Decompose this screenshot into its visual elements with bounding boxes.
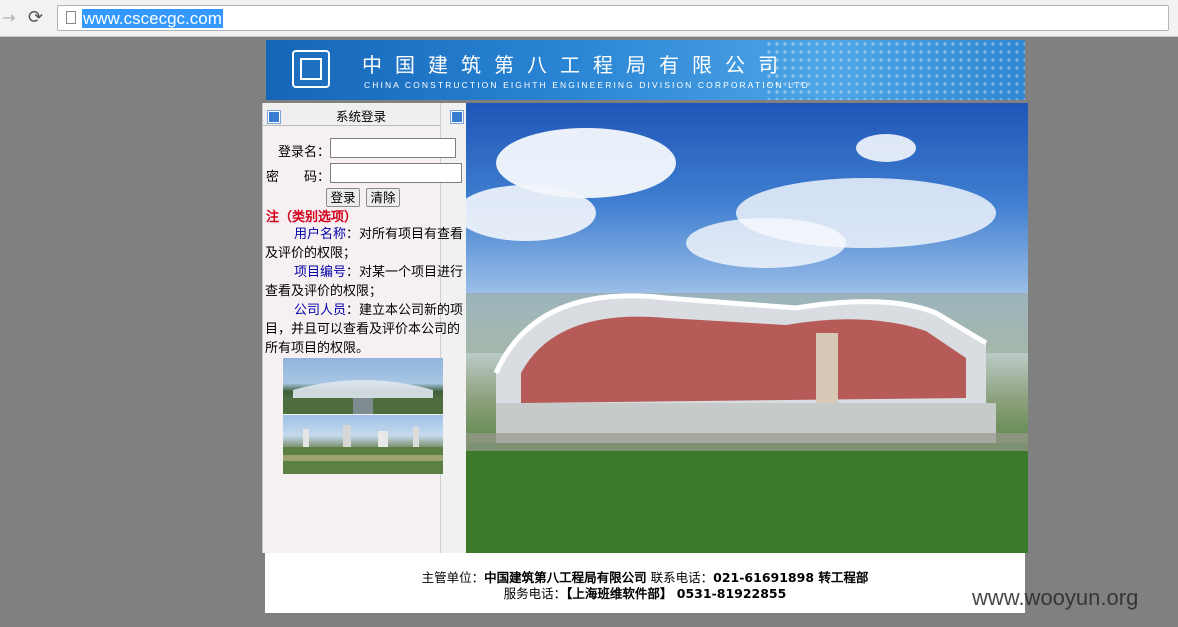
window-icon[interactable] bbox=[450, 110, 464, 124]
password-input[interactable] bbox=[330, 163, 462, 183]
note-item: 用户名称：对所有项目有查看 及评价的权限； bbox=[265, 225, 463, 263]
note-keyword: 项目编号 bbox=[293, 265, 346, 280]
note-text: ：对所有项目有查看 bbox=[345, 227, 463, 242]
note-keyword: 用户名称 bbox=[293, 227, 346, 242]
watermark: www.wooyun.org bbox=[972, 585, 1139, 610]
username-input[interactable] bbox=[330, 138, 456, 158]
password-label-left: 密 bbox=[266, 170, 280, 185]
company-logo-icon bbox=[292, 50, 330, 88]
footer-line-2: 服务电话：【上海班维软件部】 0531-81922855 bbox=[265, 583, 1025, 602]
login-button[interactable]: 登录 bbox=[326, 188, 360, 207]
note-item: 项目编号：对某一个项目进行 查看及评价的权限； bbox=[265, 263, 463, 301]
browser-toolbar: → ⟳ www.cscecgc.com bbox=[0, 0, 1178, 37]
service-value: 【上海班维软件部】 0531-81922855 bbox=[566, 586, 787, 601]
window-icon[interactable] bbox=[267, 110, 281, 124]
password-label: 码： bbox=[304, 170, 331, 185]
url-text[interactable]: www.cscecgc.com bbox=[82, 9, 223, 28]
service-label: 服务电话： bbox=[503, 586, 567, 601]
company-name-cn: 中国建筑第八工程局有限公司 bbox=[362, 53, 791, 77]
note-text: ：建立本公司新的项 bbox=[345, 303, 463, 318]
banner-pattern bbox=[765, 40, 1025, 100]
page-icon bbox=[66, 11, 76, 24]
username-label: 登录名： bbox=[278, 145, 331, 160]
note-item: 公司人员：建立本公司新的项 目，并且可以查看及评价本公司的所有项目的权限。 bbox=[265, 301, 463, 358]
note-text: 目，并且可以查看及评价本公司的所有项目的权限。 bbox=[265, 322, 461, 356]
note-text: 及评价的权限； bbox=[265, 246, 357, 261]
note-text: ：对某一个项目进行 bbox=[345, 265, 463, 280]
note-title: 注（类别选项） bbox=[266, 210, 358, 225]
note-text: 查看及评价的权限； bbox=[265, 284, 383, 299]
company-name-en: CHINA CONSTRUCTION EIGHTH ENGINEERING DI… bbox=[364, 80, 810, 90]
address-bar[interactable]: www.cscecgc.com bbox=[57, 5, 1169, 31]
clear-button[interactable]: 清除 bbox=[366, 188, 400, 207]
footer: 主管单位：中国建筑第八工程局有限公司 联系电话：021-61691898 转工程… bbox=[265, 553, 1025, 613]
airport-thumbnail-image bbox=[283, 358, 443, 414]
city-thumbnail-image bbox=[283, 415, 443, 474]
header-banner: 中国建筑第八工程局有限公司 CHINA CONSTRUCTION EIGHTH … bbox=[266, 40, 1025, 100]
reload-icon[interactable]: ⟳ bbox=[28, 8, 48, 28]
back-arrow-icon[interactable]: → bbox=[2, 9, 20, 27]
login-title: 系统登录 bbox=[336, 109, 387, 124]
note-keyword: 公司人员 bbox=[293, 303, 346, 318]
stadium-photo-image bbox=[466, 103, 1028, 553]
